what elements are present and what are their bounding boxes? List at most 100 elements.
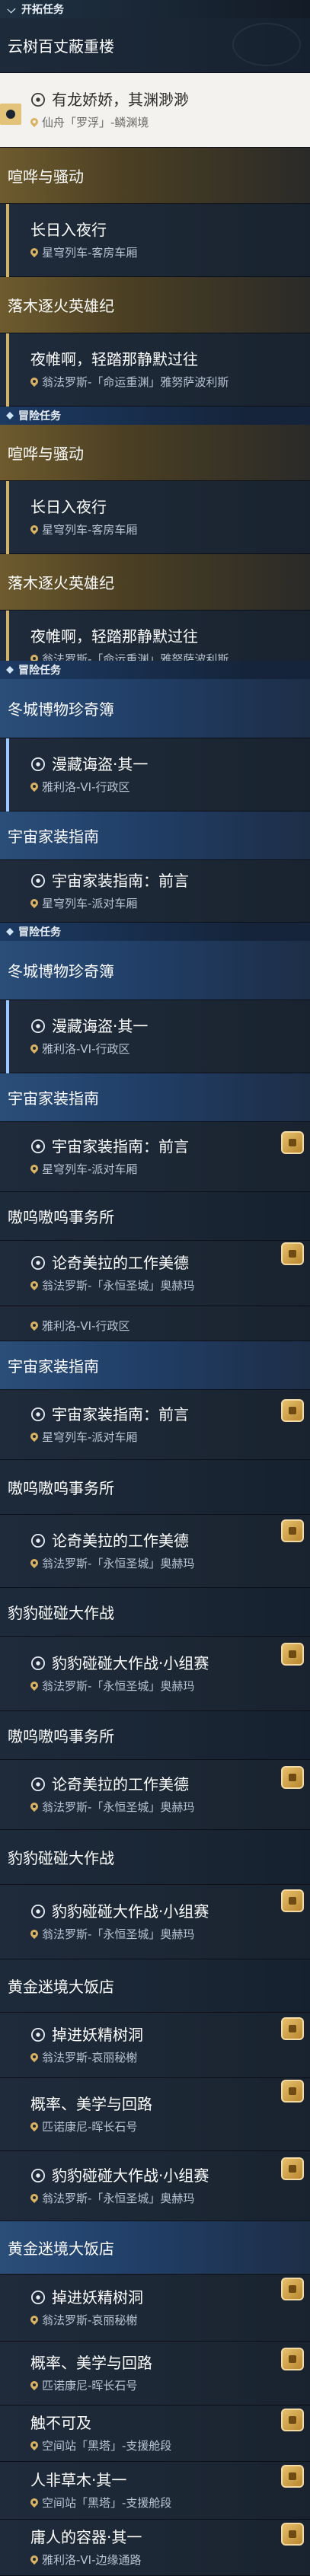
adventure-icon bbox=[6, 666, 14, 674]
reward-chest-icon[interactable] bbox=[281, 1643, 304, 1666]
quest-item[interactable]: 漫藏诲盗·其一 雅利洛-VI-行政区 bbox=[0, 1000, 310, 1073]
quest-group-row[interactable]: 嗷呜嗷呜事务所 bbox=[0, 1711, 310, 1760]
tracking-toggle-icon[interactable] bbox=[0, 104, 21, 125]
quest-item[interactable]: 触不可及 空间站「黑塔」-支援舱段 bbox=[0, 2405, 310, 2462]
location-pin-icon bbox=[30, 1682, 38, 1691]
quest-item-selected[interactable]: 有龙娇娇，其渊渺渺 仙舟「罗浮」-鳞渊境 bbox=[0, 73, 310, 148]
quest-item[interactable]: 夜帷啊，轻踏那静默过往 翁法罗斯-「命运重渊」雅努萨波利斯 bbox=[0, 333, 310, 406]
reward-chest-icon[interactable] bbox=[281, 1242, 304, 1265]
quest-location: 星穹列车-派对车厢 bbox=[30, 1161, 310, 1177]
quest-title: 夜帷啊，轻踏那静默过往 bbox=[30, 627, 198, 646]
quest-icon bbox=[31, 93, 45, 107]
quest-group-row[interactable]: 喧哗与骚动 bbox=[0, 148, 310, 204]
location-pin-icon bbox=[30, 783, 38, 792]
group-title: 喧哗与骚动 bbox=[8, 167, 84, 186]
quest-group-row[interactable]: 喧哗与骚动 bbox=[0, 425, 310, 481]
quest-icon bbox=[31, 1019, 45, 1033]
quest-group-row[interactable]: 黄金迷境大饭店 bbox=[0, 2221, 310, 2275]
quest-item[interactable]: 论奇美拉的工作美德 翁法罗斯-「永恒圣城」奥赫玛 bbox=[0, 1760, 310, 1830]
adventure-icon bbox=[6, 412, 14, 419]
section-title: 冒险任务 bbox=[18, 410, 61, 422]
reward-chest-icon[interactable] bbox=[281, 2157, 304, 2180]
quest-item[interactable]: 论奇美拉的工作美德 翁法罗斯-「永恒圣城」奥赫玛 bbox=[0, 1515, 310, 1588]
quest-group-row[interactable]: 豹豹碰碰大作战 bbox=[0, 1830, 310, 1885]
quest-group-row[interactable]: 落木逐火英雄纪 bbox=[0, 277, 310, 333]
quest-item[interactable]: 掉进妖精树洞 翁法罗斯-哀丽秘榭 bbox=[0, 2013, 310, 2078]
quest-icon bbox=[31, 2028, 45, 2042]
section-header-trailblaze[interactable]: 开拓任务 bbox=[0, 0, 310, 18]
selection-bar bbox=[6, 1000, 9, 1073]
quest-group-row[interactable]: 宇宙家装指南 bbox=[0, 811, 310, 860]
quest-location: 翁法罗斯-「永恒圣城」奥赫玛 bbox=[30, 1555, 310, 1571]
group-title: 宇宙家装指南 bbox=[8, 827, 99, 846]
reward-chest-icon[interactable] bbox=[281, 2348, 304, 2370]
quest-title: 宇宙家装指南：前言 bbox=[30, 1137, 310, 1156]
quest-icon bbox=[31, 1534, 45, 1548]
quest-location: 仙舟「罗浮」-鳞渊境 bbox=[30, 114, 310, 130]
section-title: 冒险任务 bbox=[18, 665, 61, 677]
quest-item[interactable]: 豹豹碰碰大作战·小组赛 翁法罗斯-「永恒圣城」奥赫玛 bbox=[0, 2151, 310, 2221]
quest-group-row[interactable]: 豹豹碰碰大作战 bbox=[0, 1588, 310, 1637]
quest-title: 触不可及 bbox=[30, 2414, 91, 2432]
reward-chest-icon[interactable] bbox=[281, 1766, 304, 1789]
reward-chest-icon[interactable] bbox=[281, 1889, 304, 1912]
quest-group-row[interactable]: 落木逐火英雄纪 bbox=[0, 554, 310, 611]
location-pin-icon bbox=[30, 1281, 38, 1290]
quest-group-row[interactable]: 云树百丈蔽重楼 bbox=[0, 18, 310, 73]
quest-item[interactable]: 宇宙家装指南：前言 星穹列车-派对车厢 bbox=[0, 1390, 310, 1460]
quest-item[interactable]: 掉进妖精树洞 翁法罗斯-哀丽秘榭 bbox=[0, 2275, 310, 2342]
quest-item[interactable]: 豹豹碰碰大作战·小组赛 翁法罗斯-「永恒圣城」奥赫玛 bbox=[0, 1637, 310, 1711]
quest-item[interactable]: 长日入夜行 星穹列车-客房车厢 bbox=[0, 204, 310, 277]
location-pin-icon bbox=[30, 2316, 38, 2325]
quest-item[interactable]: 漫藏诲盗·其一 雅利洛-VI-行政区 bbox=[0, 738, 310, 811]
quest-location: 翁法罗斯-「永恒圣城」奥赫玛 bbox=[30, 2190, 310, 2206]
selection-bar bbox=[6, 481, 9, 554]
quest-item[interactable]: 豹豹碰碰大作战·小组赛 翁法罗斯-「永恒圣城」奥赫玛 bbox=[0, 1885, 310, 1959]
quest-item[interactable]: 概率、美学与回路 匹诺康尼-晖长石号 bbox=[0, 2342, 310, 2405]
quest-icon bbox=[31, 1140, 45, 1153]
quest-item[interactable]: 宇宙家装指南：前言 星穹列车-派对车厢 bbox=[0, 1122, 310, 1192]
quest-group-row[interactable]: 嗷呜嗷呜事务所 bbox=[0, 1192, 310, 1241]
location-pin-icon bbox=[30, 2122, 38, 2131]
quest-title: 论奇美拉的工作美德 bbox=[30, 1774, 310, 1794]
section-header-adventure[interactable]: 冒险任务 bbox=[0, 406, 310, 425]
section-header-adventure[interactable]: 冒险任务 bbox=[0, 923, 310, 941]
quest-location: 翁法罗斯-「永恒圣城」奥赫玛 bbox=[30, 1678, 310, 1694]
group-title: 喧哗与骚动 bbox=[8, 445, 84, 463]
quest-item[interactable]: 概率、美学与回路 匹诺康尼-晖长石号 bbox=[0, 2078, 310, 2151]
quest-item[interactable]: 庸人的容器·其一 雅利洛-VI-边缘通路 bbox=[0, 2520, 310, 2576]
section-title: 冒险任务 bbox=[18, 926, 61, 939]
reward-chest-icon[interactable] bbox=[281, 2523, 304, 2546]
section-title: 开拓任务 bbox=[21, 4, 64, 16]
reward-chest-icon[interactable] bbox=[281, 2409, 304, 2431]
quest-item[interactable]: 论奇美拉的工作美德 翁法罗斯-「永恒圣城」奥赫玛 bbox=[0, 1241, 310, 1306]
quest-location: 翁法罗斯-哀丽秘榭 bbox=[30, 2312, 310, 2328]
quest-group-row[interactable]: 黄金迷境大饭店 bbox=[0, 1959, 310, 2013]
group-title: 宇宙家装指南 bbox=[8, 1089, 99, 1108]
quest-location: 翁法罗斯-「永恒圣城」奥赫玛 bbox=[30, 1799, 310, 1815]
selection-bar bbox=[6, 738, 9, 811]
quest-item-partial[interactable]: 雅利洛-VI-行政区 bbox=[0, 1306, 310, 1341]
quest-group-row[interactable]: 宇宙家装指南 bbox=[0, 1341, 310, 1390]
quest-item[interactable]: 人非草木·其一 空间站「黑塔」-支援舱段 bbox=[0, 2462, 310, 2520]
reward-chest-icon[interactable] bbox=[281, 2080, 304, 2103]
quest-item[interactable]: 宇宙家装指南：前言 星穹列车-派对车厢 bbox=[0, 860, 310, 923]
quest-group-row[interactable]: 宇宙家装指南 bbox=[0, 1073, 310, 1122]
reward-chest-icon[interactable] bbox=[281, 2278, 304, 2300]
quest-location: 翁法罗斯-「永恒圣城」奥赫玛 bbox=[30, 1277, 310, 1293]
quest-group-row[interactable]: 冬城博物珍奇簿 bbox=[0, 941, 310, 1000]
reward-chest-icon[interactable] bbox=[281, 1399, 304, 1422]
quest-icon bbox=[31, 1777, 45, 1791]
reward-chest-icon[interactable] bbox=[281, 1519, 304, 1542]
quest-title: 长日入夜行 bbox=[30, 498, 107, 516]
quest-list-panel: 开拓任务 云树百丈蔽重楼 有龙娇娇，其渊渺渺 仙舟「罗浮」-鳞渊境 喧哗与骚动 … bbox=[0, 0, 310, 2576]
section-header-adventure[interactable]: 冒险任务 bbox=[0, 661, 310, 679]
location-pin-icon bbox=[30, 2555, 38, 2565]
quest-item[interactable]: 长日入夜行 星穹列车-客房车厢 bbox=[0, 481, 310, 554]
reward-chest-icon[interactable] bbox=[281, 2017, 304, 2040]
quest-group-row[interactable]: 冬城博物珍奇簿 bbox=[0, 679, 310, 738]
quest-group-row[interactable]: 嗷呜嗷呜事务所 bbox=[0, 1460, 310, 1515]
reward-chest-icon[interactable] bbox=[281, 1131, 304, 1154]
location-pin-icon bbox=[30, 2498, 38, 2507]
reward-chest-icon[interactable] bbox=[281, 2465, 304, 2488]
